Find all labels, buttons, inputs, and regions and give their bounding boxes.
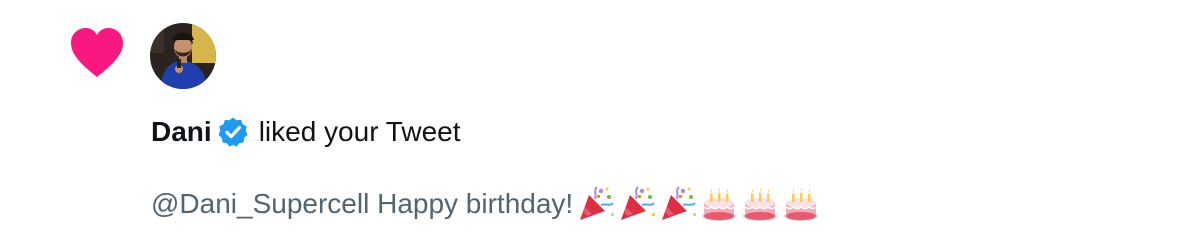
tweet-text[interactable]: @Dani_Supercell Happy birthday! bbox=[151, 182, 823, 226]
birthday-cake-icon bbox=[784, 188, 819, 221]
party-popper-icon bbox=[580, 186, 615, 220]
tweet-body: @Dani_Supercell Happy birthday! bbox=[151, 188, 574, 219]
birthday-cake-icon bbox=[702, 188, 737, 221]
like-notification[interactable]: Dani liked your Tweet @Dani_Supercell Ha… bbox=[0, 0, 1194, 247]
avatar[interactable] bbox=[150, 23, 216, 89]
verified-badge-icon[interactable] bbox=[217, 116, 249, 148]
notification-headline: Dani liked your Tweet bbox=[151, 112, 461, 152]
heart-icon bbox=[71, 28, 123, 77]
action-text: liked your Tweet bbox=[258, 116, 461, 147]
party-popper-icon bbox=[621, 186, 656, 220]
birthday-cake-icon bbox=[743, 188, 778, 221]
party-popper-icon bbox=[662, 186, 697, 220]
emoji-row bbox=[577, 185, 823, 223]
user-name[interactable]: Dani bbox=[151, 116, 212, 148]
avatar-image bbox=[150, 23, 216, 89]
